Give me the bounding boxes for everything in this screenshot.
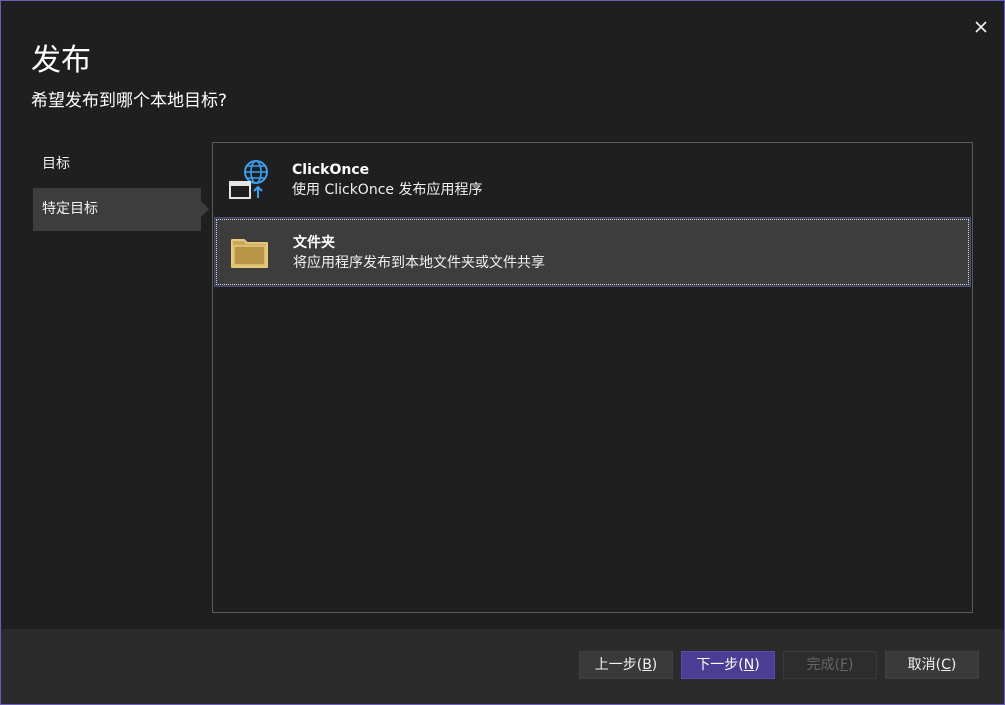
wizard-nav: 目标 特定目标 bbox=[33, 143, 209, 231]
nav-item-label: 特定目标 bbox=[42, 201, 98, 217]
button-label-end: ) bbox=[848, 657, 854, 673]
close-icon bbox=[975, 21, 987, 33]
dialog-footer: 上一步(B) 下一步(N) 完成(F) 取消(C) bbox=[1, 629, 1004, 704]
access-key: F bbox=[839, 657, 849, 673]
access-key: C bbox=[941, 657, 951, 673]
option-title: 文件夹 bbox=[293, 235, 335, 251]
access-key: N bbox=[743, 657, 755, 673]
dialog-title: 发布 bbox=[31, 43, 91, 78]
publish-dialog: 发布 希望发布到哪个本地目标? 目标 特定目标 ClickOnce 使用 Cli… bbox=[0, 0, 1005, 705]
back-button[interactable]: 上一步(B) bbox=[579, 651, 673, 679]
option-description: 使用 ClickOnce 发布应用程序 bbox=[292, 182, 483, 198]
button-label: 取消( bbox=[907, 657, 942, 673]
nav-item-target[interactable]: 目标 bbox=[33, 143, 201, 186]
close-button[interactable] bbox=[967, 13, 995, 41]
option-folder[interactable]: 文件夹 将应用程序发布到本地文件夹或文件共享 bbox=[214, 217, 971, 287]
nav-item-specific-target[interactable]: 特定目标 bbox=[33, 188, 209, 231]
button-label: 上一步( bbox=[594, 657, 643, 673]
access-key: B bbox=[642, 657, 652, 673]
option-clickonce[interactable]: ClickOnce 使用 ClickOnce 发布应用程序 bbox=[214, 144, 971, 214]
finish-button: 完成(F) bbox=[783, 651, 877, 679]
nav-item-label: 目标 bbox=[42, 156, 70, 172]
button-label-end: ) bbox=[754, 657, 760, 673]
button-label: 完成( bbox=[806, 657, 840, 673]
button-label: 下一步( bbox=[696, 657, 744, 673]
button-label-end: ) bbox=[651, 657, 658, 673]
next-button[interactable]: 下一步(N) bbox=[681, 651, 775, 679]
cancel-button[interactable]: 取消(C) bbox=[885, 651, 979, 679]
target-list: ClickOnce 使用 ClickOnce 发布应用程序 文件夹 将应用程序发… bbox=[212, 142, 973, 613]
button-label-end: ) bbox=[950, 657, 957, 673]
clickonce-globe-window-icon bbox=[228, 158, 270, 200]
folder-icon bbox=[229, 232, 271, 274]
option-title: ClickOnce bbox=[292, 162, 370, 178]
option-description: 将应用程序发布到本地文件夹或文件共享 bbox=[293, 255, 545, 271]
dialog-subtitle: 希望发布到哪个本地目标? bbox=[31, 91, 228, 111]
